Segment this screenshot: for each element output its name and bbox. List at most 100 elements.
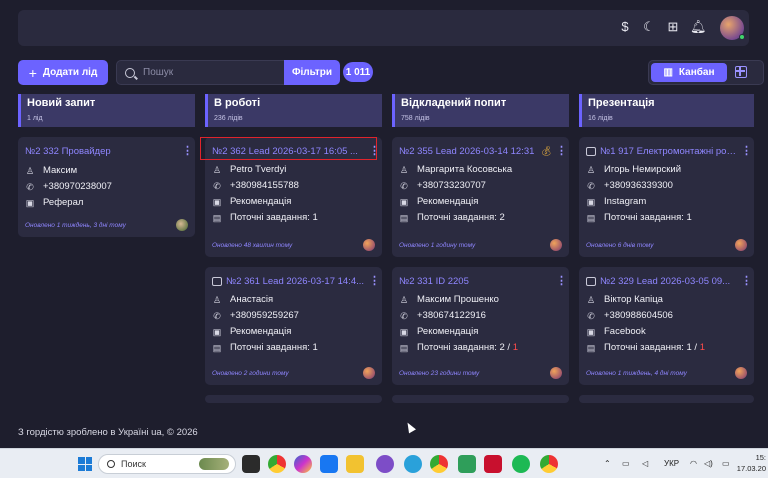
lead-source: Реферал: [43, 197, 84, 208]
table-view-icon[interactable]: [735, 66, 747, 78]
lead-title-link[interactable]: №2 332 Провайдер: [25, 146, 178, 157]
phone-icon: ✆: [213, 310, 221, 321]
lead-card[interactable]: [205, 395, 382, 403]
lead-phone[interactable]: +380959259267: [230, 310, 299, 321]
column-count: 1 лід: [27, 115, 43, 122]
column-header-new: Новий запит 1 лід: [18, 94, 195, 127]
clock-time: 15:: [755, 453, 766, 462]
person-icon: ♙: [212, 294, 222, 305]
lead-phone[interactable]: +380733230707: [417, 180, 486, 191]
lead-source: Instagram: [604, 196, 647, 207]
manager-avatar: [363, 367, 375, 379]
bell-icon[interactable]: 🔔︎: [690, 20, 707, 34]
more-options-icon[interactable]: ⋮: [369, 276, 380, 287]
system-clock[interactable]: 15: 17.03.20: [737, 452, 766, 474]
lead-card[interactable]: [579, 395, 754, 403]
lead-source: Рекомендація: [417, 196, 479, 207]
mcafee-icon[interactable]: [484, 455, 502, 473]
manager-avatar: [735, 367, 747, 379]
lead-card[interactable]: №2 361 Lead 2026-03-17 14:4... ⋮ ♙ Анаста…: [205, 267, 382, 385]
person-icon: ♙: [586, 294, 596, 305]
app-icon[interactable]: [458, 455, 476, 473]
add-lead-label: Додати лід: [42, 67, 98, 78]
windows-start-icon[interactable]: [78, 457, 92, 471]
source-icon: ▣: [399, 326, 409, 337]
app-icon[interactable]: [320, 455, 338, 473]
kanban-view-button[interactable]: ▥ Канбан: [651, 63, 727, 82]
lead-title-link[interactable]: №2 329 Lead 2026-03-05 09...: [600, 276, 737, 287]
lead-phone[interactable]: +380988604506: [604, 310, 673, 321]
lead-phone[interactable]: +380970238007: [43, 181, 112, 192]
volume-icon[interactable]: ◁): [704, 459, 713, 468]
person-icon: ♙: [212, 164, 222, 175]
language-indicator[interactable]: УКР: [664, 459, 679, 468]
chevron-up-icon[interactable]: ⌃: [604, 459, 611, 468]
copilot-icon[interactable]: [294, 455, 312, 473]
moon-icon[interactable]: ☾: [642, 20, 656, 34]
search-box[interactable]: [116, 60, 284, 85]
lead-contact-name: Petro Tverdyi: [230, 164, 287, 175]
task-view-icon[interactable]: [242, 455, 260, 473]
manager-avatar: [735, 239, 747, 251]
updated-time: Оновлено 48 хвилин тому: [212, 241, 293, 249]
lead-title-link[interactable]: №1 917 Електромонтажні роб...: [600, 146, 737, 157]
phone-icon: ✆: [26, 181, 34, 192]
wifi-icon[interactable]: ◠: [690, 459, 697, 468]
more-options-icon[interactable]: ⋮: [556, 146, 567, 157]
lead-tasks: Поточні завдання: 1: [604, 212, 692, 223]
lead-title-link[interactable]: №2 355 Lead 2026-03-14 12:31: [399, 146, 537, 157]
lead-phone[interactable]: +380674122916: [417, 310, 486, 321]
lead-phone[interactable]: +380936339300: [604, 180, 673, 191]
lead-card[interactable]: №2 332 Провайдер ⋮ ♙ Максим ✆ +38097023800…: [18, 137, 195, 237]
add-lead-button[interactable]: + Додати лід: [18, 60, 108, 85]
location-icon[interactable]: ◁: [642, 459, 648, 468]
lead-contact-name: Анастасія: [230, 294, 274, 305]
more-options-icon[interactable]: ⋮: [182, 146, 193, 157]
task-icon: ▤: [399, 212, 409, 223]
column-count: 236 лідів: [214, 115, 243, 122]
leads-count-badge: 1 011: [343, 62, 373, 82]
apps-icon[interactable]: ⊞: [666, 20, 680, 34]
lead-card[interactable]: №2 329 Lead 2026-03-05 09... ⋮ ♙ Віктор К…: [579, 267, 754, 385]
more-options-icon[interactable]: ⋮: [741, 276, 752, 287]
chat-icon: [586, 276, 596, 286]
viber-icon[interactable]: [376, 455, 394, 473]
lead-card[interactable]: [392, 395, 569, 403]
chrome-icon[interactable]: [268, 455, 286, 473]
more-options-icon[interactable]: ⋮: [741, 146, 752, 157]
online-status-dot: [739, 34, 745, 40]
updated-time: Оновлено 6 днів тому: [586, 241, 654, 249]
updated-time: Оновлено 1 тиждень, 4 дні тому: [586, 369, 687, 377]
more-options-icon[interactable]: ⋮: [556, 276, 567, 287]
telegram-icon[interactable]: [404, 455, 422, 473]
chrome-icon[interactable]: [540, 455, 558, 473]
lead-card[interactable]: №2 331 ID 2205 ⋮ ♙ Максим Прошенко ✆ +3806…: [392, 267, 569, 385]
person-icon: ♙: [399, 294, 409, 305]
dollar-icon[interactable]: $: [618, 20, 632, 34]
network-icon[interactable]: ▭: [622, 459, 630, 468]
lead-source: Facebook: [604, 326, 646, 337]
column-count: 758 лідів: [401, 115, 430, 122]
search-input[interactable]: [143, 67, 273, 78]
spotify-icon[interactable]: [512, 455, 530, 473]
chrome-icon[interactable]: [430, 455, 448, 473]
task-icon: ▤: [212, 212, 222, 223]
user-avatar[interactable]: [720, 16, 745, 40]
source-icon: ▣: [25, 197, 35, 208]
lead-source: Рекомендація: [230, 326, 292, 337]
file-explorer-icon[interactable]: [346, 455, 364, 473]
lead-card[interactable]: №1 917 Електромонтажні роб... ⋮ ♙ Игорь Н…: [579, 137, 754, 257]
phone-icon: ✆: [400, 310, 408, 321]
lead-phone[interactable]: +380984155788: [230, 180, 299, 191]
filters-button[interactable]: Фільтри: [284, 60, 340, 85]
phone-icon: ✆: [400, 180, 408, 191]
person-icon: ♙: [25, 165, 35, 176]
battery-icon[interactable]: ▭: [722, 459, 730, 468]
lead-card[interactable]: №2 355 Lead 2026-03-14 12:31 💰︎ ⋮ ♙ Марга…: [392, 137, 569, 257]
lead-title-link[interactable]: №2 361 Lead 2026-03-17 14:4...: [226, 276, 365, 287]
lead-title-link[interactable]: №2 331 ID 2205: [399, 276, 552, 287]
lead-contact-name: Максим Прошенко: [417, 294, 499, 305]
column-count: 16 лідів: [588, 115, 613, 122]
manager-avatar: [550, 239, 562, 251]
taskbar-search[interactable]: Поиск: [98, 454, 236, 474]
